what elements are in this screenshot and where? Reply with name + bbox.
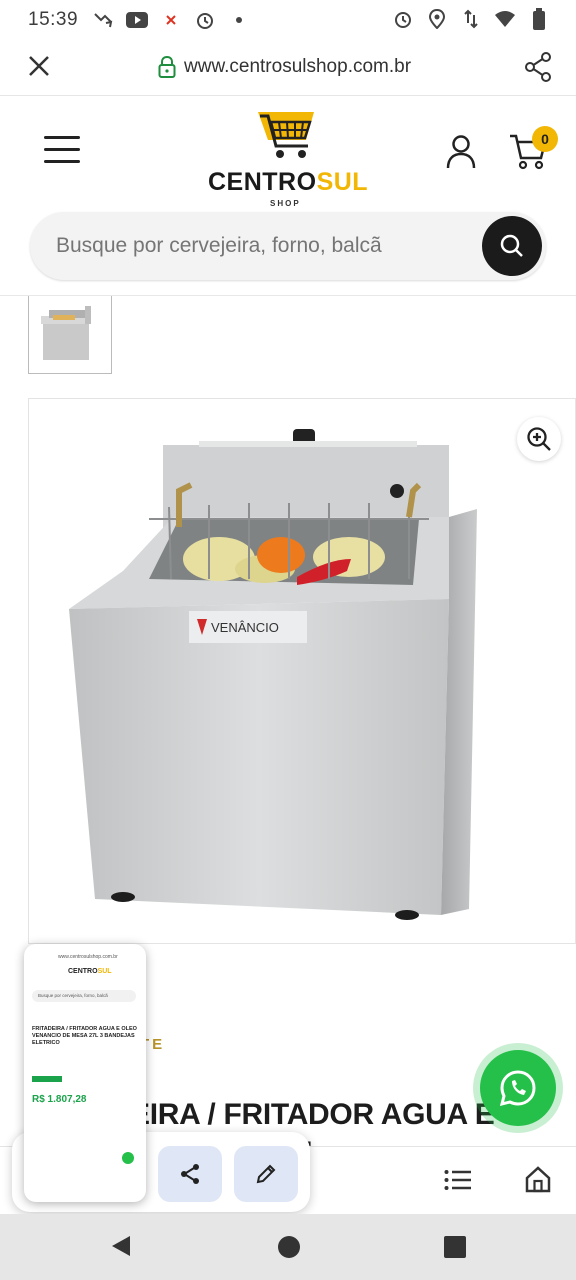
missed-call-icon	[92, 9, 114, 31]
list-icon[interactable]	[444, 1169, 472, 1196]
fryer-image: VENÂNCIO	[69, 429, 477, 920]
youtube-icon	[126, 9, 149, 31]
zoom-button[interactable]	[517, 417, 561, 461]
alarm-icon	[392, 8, 414, 30]
logo-wordmark: CENTROSUL	[208, 168, 369, 196]
centrosul-logo[interactable]: CENTROSUL SHOP	[206, 104, 372, 208]
status-bar: 15:39	[0, 0, 576, 40]
battery-icon	[528, 8, 550, 30]
preview-badge	[32, 1076, 62, 1082]
share-icon[interactable]	[524, 52, 552, 87]
status-time: 15:39	[28, 9, 79, 30]
alarm-icon	[194, 9, 216, 31]
lock-icon	[158, 55, 176, 83]
status-left-icons	[92, 9, 250, 31]
wifi-icon	[494, 8, 516, 30]
close-icon[interactable]	[26, 53, 52, 84]
system-nav-bar	[0, 1214, 576, 1280]
whatsapp-button[interactable]	[480, 1050, 556, 1126]
site-header: CENTROSUL SHOP	[0, 96, 576, 296]
preview-url: www.centrosulshop.com.br	[58, 954, 118, 960]
user-account-icon[interactable]	[444, 134, 478, 175]
search-bar	[30, 212, 546, 280]
home-icon[interactable]	[524, 1165, 552, 1198]
dot-icon	[228, 9, 250, 31]
screenshot-preview[interactable]: www.centrosulshop.com.br CENTROSUL Busqu…	[24, 944, 146, 1202]
product-thumbnail[interactable]	[28, 296, 112, 374]
location-icon	[426, 8, 448, 30]
search-button[interactable]	[482, 216, 542, 276]
menu-icon[interactable]	[44, 136, 80, 166]
zoom-in-icon	[527, 427, 551, 451]
url-text[interactable]: www.centrosulshop.com.br	[184, 56, 411, 78]
data-arrows-icon	[460, 8, 482, 30]
status-right-icons	[392, 8, 550, 30]
preview-title: FRITADEIRA / FRITADOR AGUA E OLEO VENANC…	[32, 1026, 137, 1046]
preview-price: R$ 1.807,28	[32, 1094, 87, 1105]
browser-url-bar: www.centrosulshop.com.br	[0, 40, 576, 96]
recents-icon[interactable]	[444, 1236, 466, 1258]
screenshot-share-button[interactable]	[158, 1146, 222, 1202]
brand-plate-text: VENÂNCIO	[211, 620, 279, 635]
share-icon	[181, 1164, 199, 1184]
home-nav-icon[interactable]	[278, 1236, 300, 1258]
pencil-icon	[256, 1164, 276, 1184]
x-notification-icon	[160, 9, 182, 31]
product-main-image[interactable]: VENÂNCIO	[28, 398, 576, 944]
logo-cart-icon	[258, 112, 314, 158]
cart-count-badge: 0	[532, 126, 558, 152]
preview-whatsapp-icon	[122, 1152, 134, 1164]
preview-search: Busque por cervejeira, forno, balcã	[32, 990, 136, 1002]
back-icon[interactable]	[110, 1234, 132, 1263]
preview-search-placeholder: Busque por cervejeira, forno, balcã	[38, 993, 108, 998]
search-icon	[500, 234, 523, 257]
logo-shop-label: SHOP	[270, 199, 301, 208]
search-input[interactable]	[56, 230, 456, 262]
preview-logo: CENTROSUL	[68, 968, 112, 975]
whatsapp-icon	[499, 1070, 536, 1107]
screenshot-edit-button[interactable]	[234, 1146, 298, 1202]
